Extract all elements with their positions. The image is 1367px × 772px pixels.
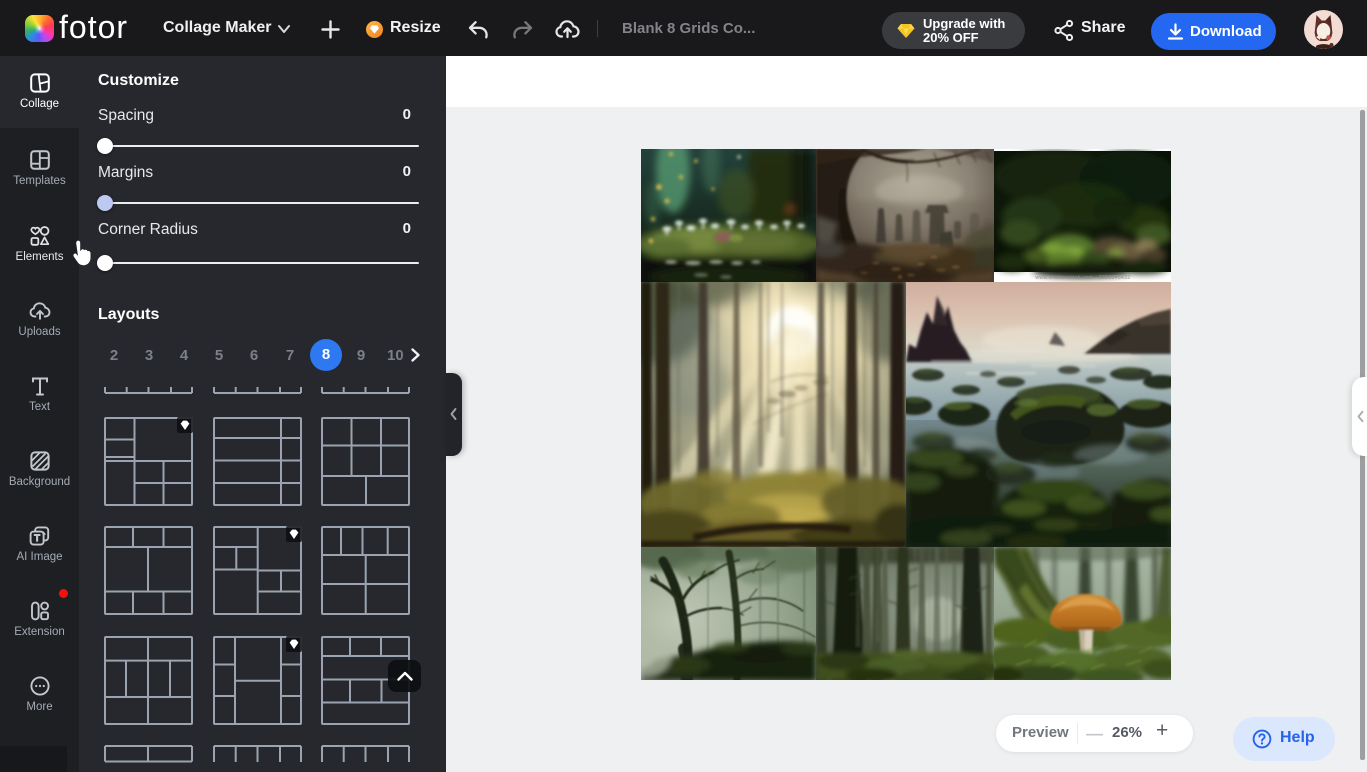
svg-text:www.shutterstock.com · 2313045: www.shutterstock.com · 2313045432 — [1035, 275, 1130, 281]
